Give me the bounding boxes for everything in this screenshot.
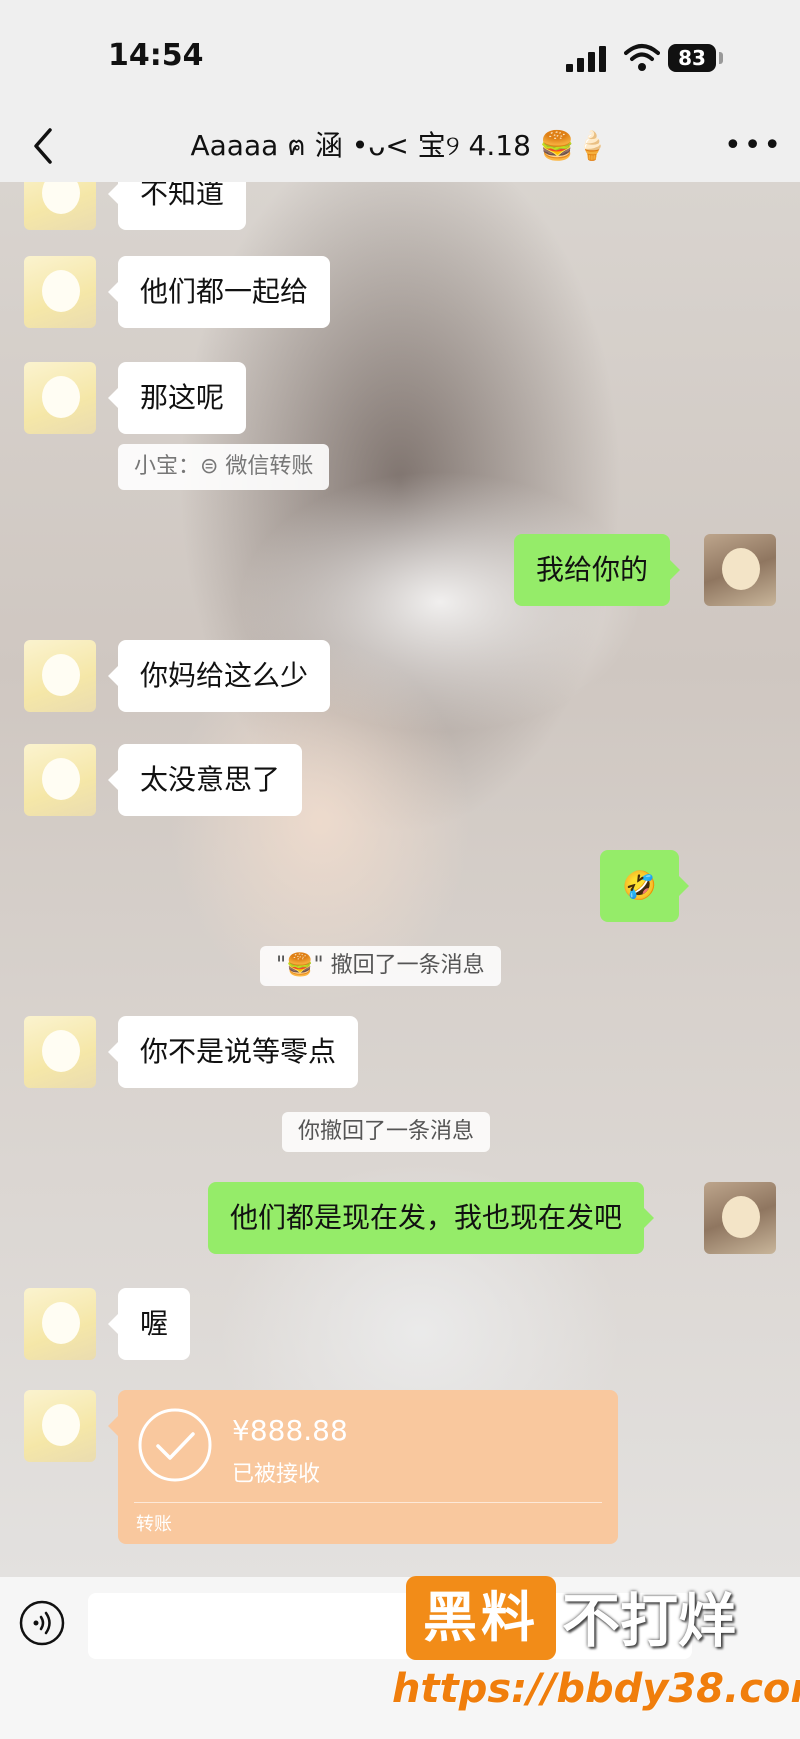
clock: 14:54 <box>108 38 204 73</box>
message-bubble-sent[interactable]: 🤣 <box>600 850 689 922</box>
watermark-badge: 黑料 <box>406 1576 556 1660</box>
message-bubble-sent[interactable]: 他们都是现在发，我也现在发吧 <box>208 1182 655 1254</box>
transfer-status: 已被接收 <box>232 1462 321 1487</box>
contact-avatar[interactable] <box>24 256 96 328</box>
status-bar: 14:54 83 <box>0 0 800 110</box>
message-bubble-received[interactable]: 喔 <box>107 1288 191 1360</box>
my-avatar[interactable] <box>704 534 776 606</box>
chat-area[interactable]: 不知道 他们都一起给 那这呢 小宝：⊜ 微信转账 我给你的 你妈给这么少 太没意… <box>0 182 800 1577</box>
system-notice: "🍔" 撤回了一条消息 <box>260 946 501 986</box>
my-avatar[interactable] <box>704 1182 776 1254</box>
transfer-card[interactable]: ¥888.88 已被接收 转账 <box>108 1390 618 1544</box>
watermark-text: 不打烊 <box>562 1587 737 1655</box>
message-bubble-received[interactable]: 你不是说等零点 <box>107 1016 359 1088</box>
message-bubble-received[interactable]: 你妈给这么少 <box>107 640 331 712</box>
back-arrow-icon[interactable] <box>24 124 64 168</box>
voice-input-icon[interactable] <box>18 1599 66 1647</box>
message-bubble-received[interactable]: 不知道 <box>107 182 247 230</box>
transfer-divider <box>134 1502 602 1503</box>
watermark-url: https://bbdy38.com <box>392 1666 800 1712</box>
battery-tip <box>719 52 723 64</box>
contact-avatar[interactable] <box>24 362 96 434</box>
wifi-icon <box>624 44 660 71</box>
contact-avatar[interactable] <box>24 182 96 230</box>
contact-avatar[interactable] <box>24 744 96 816</box>
contact-avatar[interactable] <box>24 640 96 712</box>
contact-avatar[interactable] <box>24 1288 96 1360</box>
message-bubble-received[interactable]: 太没意思了 <box>107 744 303 816</box>
chat-title: Aaaaa ฅ 涵 •ᴗ< 宝୨ 4.18 🍔🍦 <box>190 129 610 162</box>
quoted-message[interactable]: 小宝：⊜ 微信转账 <box>118 444 330 490</box>
cellular-signal-icon <box>566 46 606 72</box>
transfer-label: 转账 <box>136 1514 172 1535</box>
battery-icon: 83 <box>668 44 716 72</box>
system-notice: 你撤回了一条消息 <box>282 1112 491 1152</box>
contact-avatar[interactable] <box>24 1016 96 1088</box>
message-bubble-sent[interactable]: 我给你的 <box>514 534 681 606</box>
message-bubble-received[interactable]: 那这呢 <box>107 362 247 434</box>
chat-header: Aaaaa ฅ 涵 •ᴗ< 宝୨ 4.18 🍔🍦 ••• <box>0 110 800 182</box>
checkmark-circle-icon <box>138 1408 212 1482</box>
more-options-icon[interactable]: ••• <box>724 128 781 164</box>
transfer-amount: ¥888.88 <box>232 1414 348 1447</box>
contact-avatar[interactable] <box>24 1390 96 1462</box>
message-bubble-received[interactable]: 他们都一起给 <box>107 256 331 328</box>
